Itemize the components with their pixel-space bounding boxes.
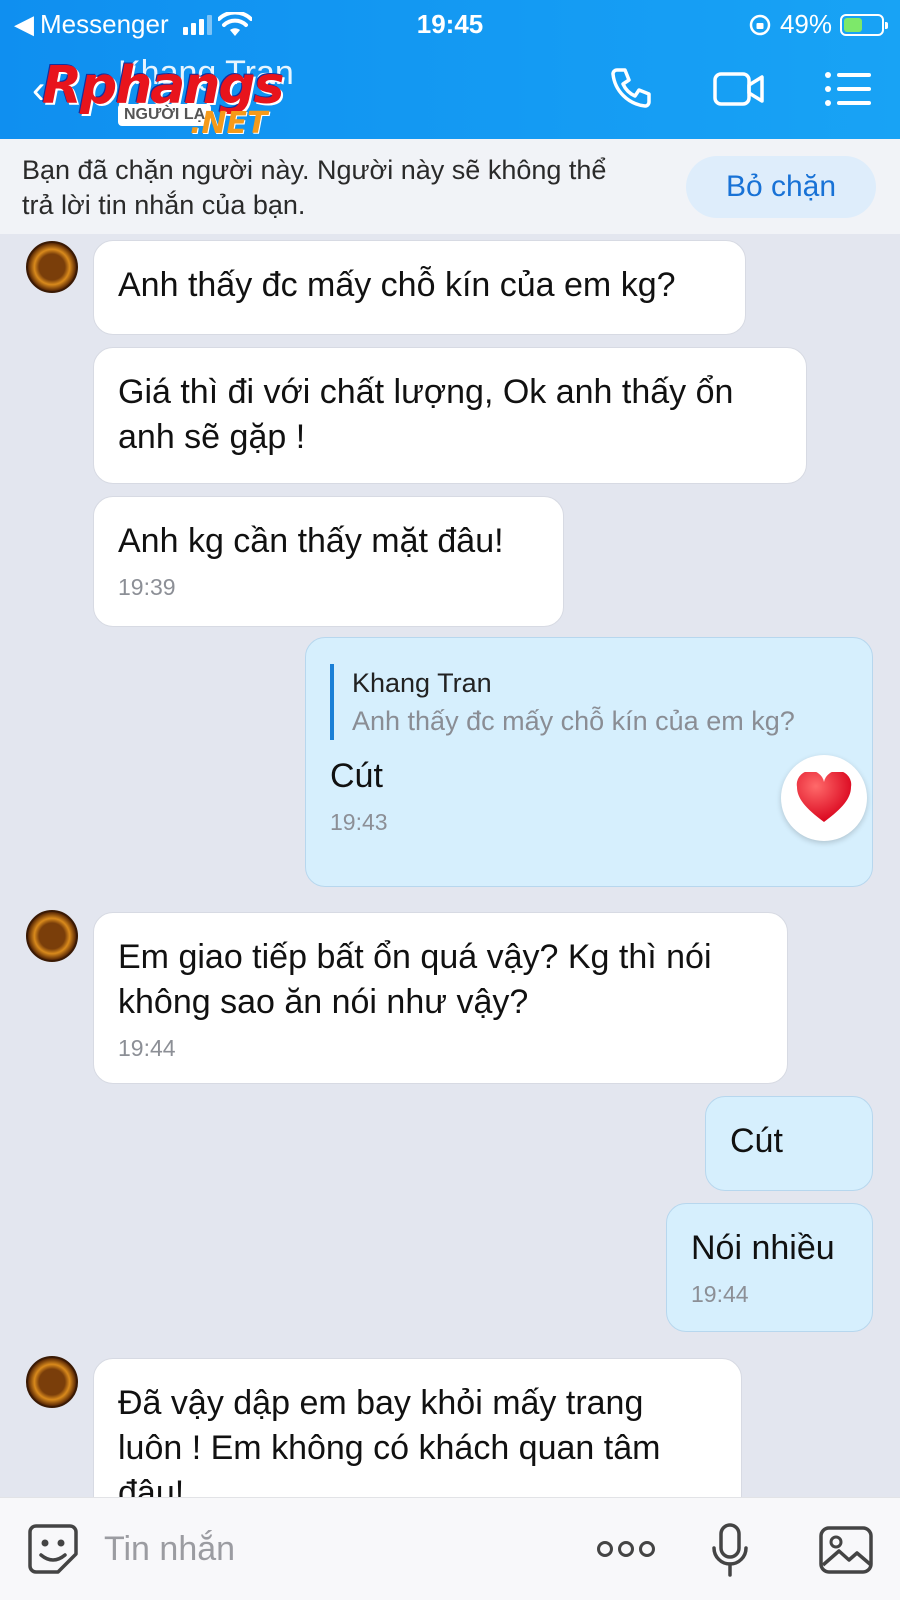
battery-icon [840,13,888,36]
avatar[interactable] [26,241,78,293]
blocked-banner: Bạn đã chặn người này. Người này sẽ khôn… [0,139,900,234]
reaction-badge[interactable] [781,755,867,841]
sticker-icon[interactable] [26,1522,80,1576]
more-options-icon[interactable] [596,1532,656,1566]
message-bubble-incoming[interactable]: Em giao tiếp bất ổn quá vậy? Kg thì nói … [93,912,788,1084]
battery-fill [844,17,862,32]
watermark-line2: .NET [190,106,268,141]
gallery-icon[interactable] [818,1525,874,1575]
menu-list-icon[interactable] [822,64,876,114]
message-text: Giá thì đi với chất lượng, Ok anh thấy ổ… [118,373,734,456]
conversation-header: ‹ Khang Tran NGƯỜI LẠ Rphangs .NET [0,50,900,141]
watermark-logo: Rphangs .NET [42,56,322,141]
message-composer [0,1497,900,1600]
message-bubble-outgoing[interactable]: Cút [705,1096,873,1191]
quoted-text: Anh thấy đc mấy chỗ kín của em kg? [352,706,795,736]
message-text: Cút [330,757,383,795]
message-time: 19:39 [118,574,176,600]
status-right: 49% [748,9,888,40]
message-time: 19:44 [118,1035,176,1061]
message-text: Nói nhiều [691,1229,835,1267]
phone-call-icon[interactable] [605,64,659,114]
message-text: Em giao tiếp bất ổn quá vậy? Kg thì nói … [118,938,712,1021]
message-text: Anh kg cần thấy mặt đâu! [118,522,504,560]
message-bubble-incoming[interactable]: Anh kg cần thấy mặt đâu! 19:39 [93,496,564,627]
heart-icon [796,772,852,822]
top-bar: ◀ Messenger 19:45 49% ‹ Khang Tran NGƯỜI… [0,0,900,141]
message-time: 19:43 [330,809,388,835]
message-bubble-incoming[interactable]: Anh thấy đc mấy chỗ kín của em kg? [93,240,746,335]
blocked-notice: Bạn đã chặn người này. Người này sẽ khôn… [22,155,607,220]
message-bubble-outgoing[interactable]: Khang Tran Anh thấy đc mấy chỗ kín của e… [305,637,873,887]
battery-percent: 49% [779,9,832,39]
avatar[interactable] [26,910,78,962]
message-text: Cút [730,1122,783,1160]
message-input[interactable] [104,1524,564,1574]
quoted-reply[interactable]: Khang Tran Anh thấy đc mấy chỗ kín của e… [330,664,848,740]
message-time: 19:44 [691,1281,749,1307]
microphone-icon[interactable] [710,1522,750,1578]
message-bubble-incoming[interactable]: Giá thì đi với chất lượng, Ok anh thấy ổ… [93,347,807,484]
status-bar: ◀ Messenger 19:45 49% [0,0,900,48]
avatar[interactable] [26,1356,78,1408]
message-bubble-outgoing[interactable]: Nói nhiều 19:44 [666,1203,873,1332]
message-text: Anh thấy đc mấy chỗ kín của em kg? [118,266,676,304]
video-call-icon[interactable] [712,64,766,114]
unblock-button[interactable]: Bỏ chặn [686,156,876,218]
message-text: Đã vậy dập em bay khỏi mấy trang luôn ! … [118,1384,661,1512]
orientation-lock-icon [749,14,771,35]
quoted-sender: Khang Tran [352,668,492,698]
